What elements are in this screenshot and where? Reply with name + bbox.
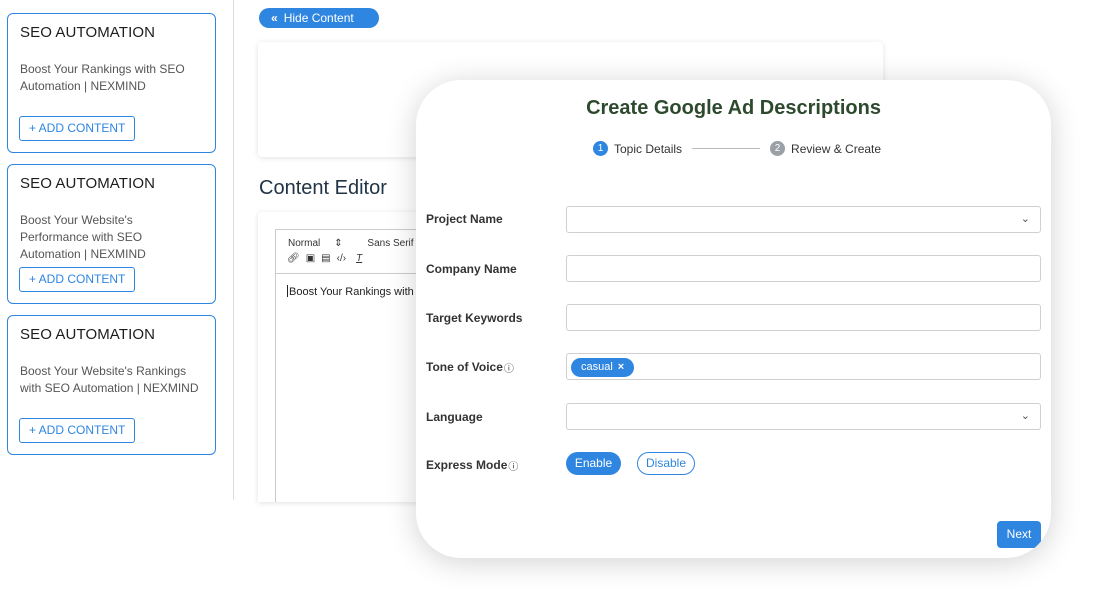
link-icon[interactable]: 🔗︎ [287, 253, 300, 264]
editor-text-content: Boost Your Rankings with S [289, 286, 425, 298]
tone-of-voice-label: Tone of Voiceⓘ [426, 360, 514, 375]
card-title: SEO AUTOMATION [20, 326, 156, 343]
disable-button[interactable]: Disable [637, 452, 695, 475]
company-name-field[interactable] [566, 255, 1041, 282]
chevron-down-icon: ⌄ [1020, 410, 1030, 422]
hide-content-label: Hide Content [283, 11, 354, 25]
toolbar-row: 🔗︎ ▣ ▤ ‹/› T [287, 253, 362, 264]
card-title: SEO AUTOMATION [20, 175, 156, 192]
text-caret [287, 285, 288, 297]
double-chevron-left-icon: « [271, 11, 278, 25]
express-mode-label: Express Modeⓘ [426, 458, 518, 473]
step-label[interactable]: Topic Details [614, 142, 682, 156]
hide-content-button[interactable]: « Hide Content [259, 8, 379, 28]
code-icon[interactable]: ‹/› [337, 253, 346, 264]
step-number: 2 [770, 141, 786, 156]
stepper: 1 Topic Details 2 Review & Create [593, 141, 881, 156]
sidebar-divider [233, 0, 234, 500]
language-select[interactable]: ⌄ [566, 403, 1041, 430]
content-editor-title: Content Editor [259, 177, 387, 199]
help-icon[interactable]: ⓘ [508, 462, 518, 473]
add-content-button[interactable]: + ADD CONTENT [19, 116, 136, 141]
add-content-button[interactable]: + ADD CONTENT [19, 267, 136, 292]
select-arrows-icon: ⇕ [334, 238, 343, 249]
close-icon[interactable]: × [618, 361, 624, 373]
font-select[interactable]: Sans Serif [367, 238, 413, 249]
app-root: SEO AUTOMATION Boost Your Rankings with … [0, 0, 1100, 608]
content-card: SEO AUTOMATION Boost Your Website's Perf… [7, 164, 216, 304]
chevron-down-icon: ⌄ [1020, 213, 1030, 225]
toolbar-row: Normal ⇕ Sans Serif [288, 238, 428, 249]
tone-tag: casual × [571, 358, 635, 377]
step-connector [692, 148, 761, 149]
language-label: Language [426, 410, 483, 424]
card-description: Boost Your Website's Rankings with SEO A… [20, 364, 199, 395]
project-name-label: Project Name [426, 212, 503, 226]
content-card: SEO AUTOMATION Boost Your Rankings with … [7, 13, 216, 153]
clear-format-icon[interactable]: T [356, 253, 362, 264]
company-name-label: Company Name [426, 262, 517, 276]
tone-of-voice-field[interactable]: casual × [566, 353, 1041, 380]
format-select[interactable]: Normal [288, 238, 320, 249]
content-card: SEO AUTOMATION Boost Your Website's Rank… [7, 315, 216, 455]
express-mode-text: Express Mode [426, 458, 508, 472]
tone-of-voice-text: Tone of Voice [426, 360, 503, 374]
image-icon[interactable]: ▣ [306, 253, 315, 264]
next-button[interactable]: Next [997, 521, 1041, 548]
card-title: SEO AUTOMATION [20, 24, 156, 41]
modal-title: Create Google Ad Descriptions [586, 97, 881, 119]
enable-button[interactable]: Enable [566, 452, 621, 475]
target-keywords-label: Target Keywords [426, 311, 523, 325]
video-icon[interactable]: ▤ [321, 253, 330, 264]
target-keywords-field[interactable] [566, 304, 1041, 331]
tone-tag-label: casual [581, 361, 613, 373]
card-description: Boost Your Website's Performance with SE… [20, 213, 146, 261]
step-label[interactable]: Review & Create [791, 142, 881, 156]
create-ad-modal: Create Google Ad Descriptions 1 Topic De… [416, 80, 1051, 558]
add-content-button[interactable]: + ADD CONTENT [19, 418, 136, 443]
project-name-select[interactable]: ⌄ [566, 206, 1041, 233]
help-icon[interactable]: ⓘ [504, 364, 514, 375]
card-description: Boost Your Rankings with SEO Automation … [20, 62, 185, 93]
step-number: 1 [593, 141, 608, 156]
editor-text[interactable]: Boost Your Rankings with S [287, 285, 424, 298]
